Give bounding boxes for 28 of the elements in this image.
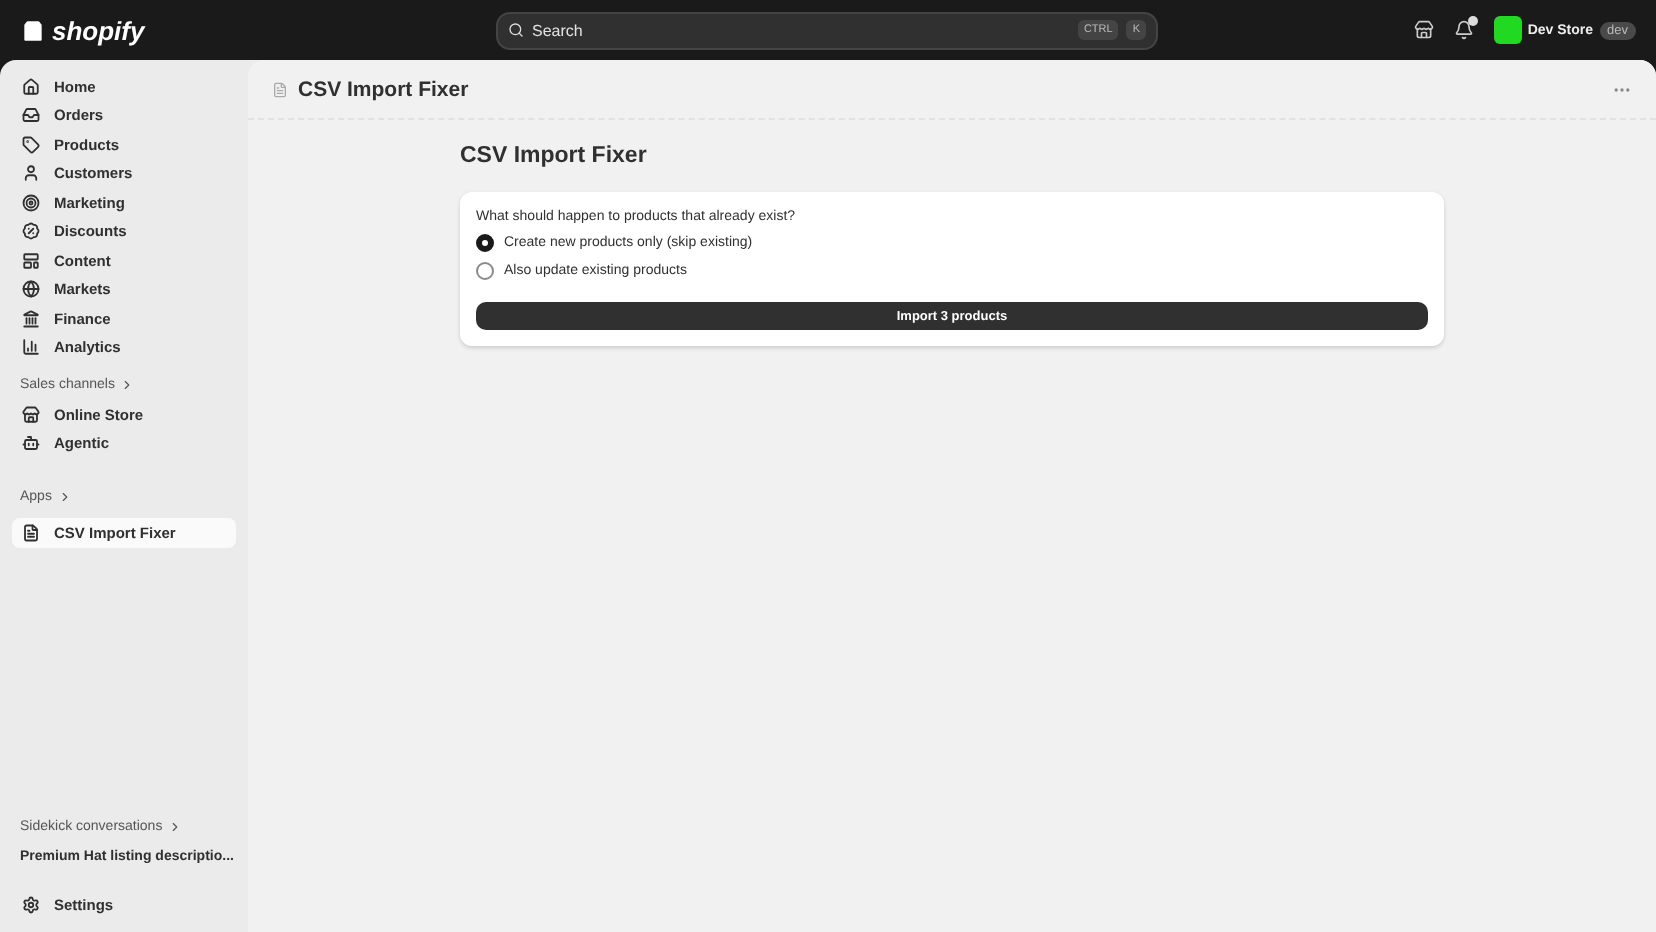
radio-button[interactable]: [476, 234, 494, 252]
document-icon: [22, 523, 40, 542]
chevron-icon[interactable]: [168, 819, 183, 833]
logo-text: shopify: [52, 15, 145, 45]
radio-button[interactable]: [476, 262, 494, 280]
chevron-icon[interactable]: [57, 490, 72, 504]
store-icon[interactable]: [1413, 20, 1434, 40]
store-icon: [22, 405, 40, 424]
page-header-title: CSV Import Fixer: [298, 77, 471, 101]
tag-icon: [22, 135, 40, 154]
store-avatar[interactable]: [1493, 16, 1522, 44]
target-icon: [22, 193, 40, 212]
home-icon: [22, 77, 40, 96]
bank-icon: [22, 309, 40, 328]
percent-badge-icon: [22, 222, 40, 241]
inbox-icon: [22, 106, 40, 125]
page-title: CSV Import Fixer: [460, 144, 649, 168]
layout-icon: [22, 251, 40, 270]
bell-icon[interactable]: [1453, 20, 1474, 40]
shopping-bag-icon: [20, 17, 46, 43]
document-icon: [272, 81, 288, 97]
bar-chart-icon: [22, 338, 40, 357]
robot-icon: [22, 434, 40, 453]
chevron-icon[interactable]: [120, 378, 135, 392]
globe-icon: [22, 280, 40, 299]
settings-icon: [22, 896, 40, 915]
person-icon: [22, 164, 40, 183]
search-icon: [508, 22, 524, 38]
